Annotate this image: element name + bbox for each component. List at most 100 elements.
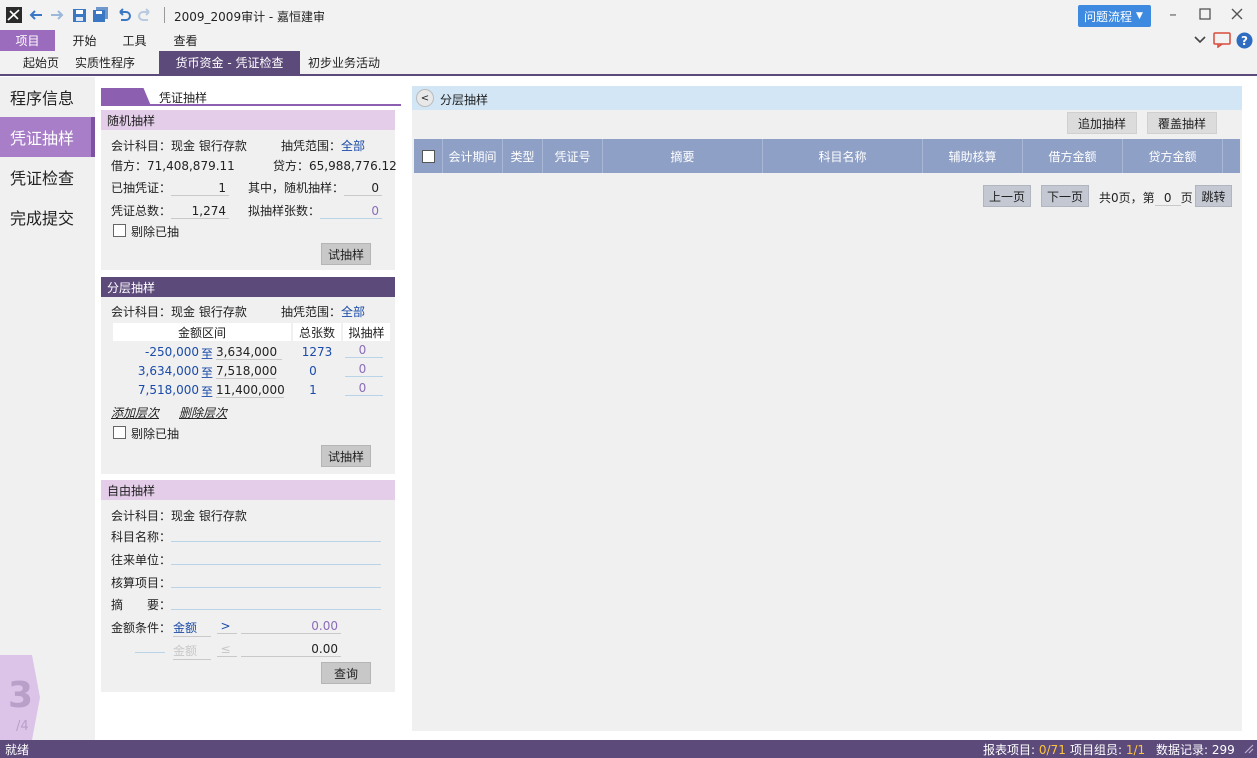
stratified-row-1-planned-input[interactable]: 0	[345, 343, 383, 358]
tab-cash-voucher-check[interactable]: 货币资金 - 凭证检查	[159, 51, 300, 74]
status-group-value: 1/1	[1125, 743, 1146, 757]
menu-tools[interactable]: 工具	[112, 30, 157, 51]
col-debit[interactable]: 借方金额	[1023, 139, 1123, 173]
back-arrow-icon[interactable]	[27, 6, 45, 24]
nav-program-info[interactable]: 程序信息	[0, 77, 95, 117]
col-credit[interactable]: 贷方金额	[1123, 139, 1223, 173]
resize-grip-icon[interactable]	[1243, 743, 1254, 757]
col-period[interactable]: 会计期间	[443, 139, 503, 173]
stratified-row-1-to-input[interactable]: 3,634,000	[216, 345, 282, 360]
col-amount-range: 金额区间	[113, 323, 291, 341]
stratified-row-2-count: 0	[309, 364, 317, 378]
free-blank-select[interactable]	[135, 642, 165, 656]
status-report: 报表项目: 0/71	[983, 741, 1066, 758]
nav-voucher-sampling[interactable]: 凭证抽样	[0, 117, 95, 157]
free-op2-value: ≤	[217, 642, 237, 657]
free-value2-input[interactable]: 0.00	[241, 642, 341, 657]
free-subject-input[interactable]	[171, 541, 381, 542]
ribbon-collapse-icon[interactable]	[1192, 30, 1208, 50]
free-amount-field-select[interactable]: 金额	[173, 619, 211, 637]
feedback-icon[interactable]	[1212, 30, 1232, 50]
results-panel: < 分层抽样 追加抽样 覆盖抽样 会计期间 类型 凭证号 摘要 科目名称 辅助核…	[412, 86, 1242, 731]
stratified-row-2-to-input[interactable]: 7,518,000	[216, 364, 277, 379]
next-page-button[interactable]: 下一页	[1041, 185, 1089, 207]
select-all-cell[interactable]	[414, 139, 443, 173]
random-range: 抽凭范围：全部	[281, 137, 365, 154]
sampling-tab-label[interactable]: 凭证抽样	[159, 89, 207, 106]
random-range-value[interactable]: 全部	[341, 139, 365, 153]
add-layer-link[interactable]: 添加层次	[111, 404, 159, 421]
stratified-row-2-to[interactable]: 7,518,000	[216, 364, 277, 379]
collapse-button[interactable]: <	[416, 89, 434, 107]
maximize-button[interactable]	[1194, 4, 1216, 24]
close-button[interactable]	[1226, 4, 1248, 24]
free-value2-text: 0.00	[241, 642, 341, 657]
random-planned-input[interactable]: 0	[320, 204, 383, 219]
title-bar: 2009_2009审计 - 嘉恒建审 问题流程 ▼ –	[0, 0, 1257, 30]
free-query-button[interactable]: 查询	[321, 662, 371, 684]
help-flow-dropdown[interactable]: 问题流程 ▼	[1078, 5, 1151, 27]
override-sample-button[interactable]: 覆盖抽样	[1147, 112, 1217, 134]
col-subject-name[interactable]: 科目名称	[763, 139, 923, 173]
random-total-label: 凭证总数：	[111, 204, 172, 218]
random-try-button[interactable]: 试抽样	[321, 243, 371, 265]
prev-page-button[interactable]: 上一页	[983, 185, 1031, 207]
forward-arrow-icon[interactable]	[48, 6, 66, 24]
random-credit: 贷方：65,988,776.12	[273, 159, 397, 173]
save-icon[interactable]	[70, 6, 88, 24]
undo-icon[interactable]	[114, 6, 132, 24]
status-records: 数据记录: 299	[1156, 741, 1235, 758]
stratified-row-2-planned-input[interactable]: 0	[345, 362, 383, 377]
stratified-row-1-to[interactable]: 3,634,000	[216, 345, 282, 360]
stratified-row-3-to-input[interactable]: 11,400,000	[216, 383, 285, 398]
free-partner-input[interactable]	[171, 564, 381, 565]
delete-layer-link[interactable]: 删除层次	[179, 404, 227, 421]
stratified-row-2-from: 3,634,000	[137, 364, 199, 378]
save-all-icon[interactable]	[92, 6, 110, 24]
free-amount-label: 金额条件：	[111, 621, 172, 635]
random-random-label: 其中，随机抽样：	[248, 181, 345, 195]
col-voucher-no[interactable]: 凭证号	[543, 139, 603, 173]
tab-preliminary[interactable]: 初步业务活动	[300, 51, 388, 74]
free-item-input[interactable]	[171, 587, 381, 588]
free-value1-input[interactable]: 0.00	[241, 619, 341, 634]
stratified-range-value[interactable]: 全部	[341, 305, 365, 319]
nav-submit[interactable]: 完成提交	[0, 197, 95, 237]
stratified-exclude-checkbox[interactable]	[113, 426, 126, 439]
minimize-button[interactable]: –	[1162, 4, 1184, 24]
select-all-checkbox[interactable]	[421, 149, 435, 163]
stratified-row-3-planned-input[interactable]: 0	[345, 381, 383, 396]
stratified-try-button[interactable]: 试抽样	[321, 445, 371, 467]
random-debit: 借方：71,408,879.11	[111, 159, 235, 173]
free-amount-field2-select[interactable]: 金额	[173, 642, 211, 660]
step-total: /4	[16, 719, 29, 734]
stratified-row-3-to[interactable]: 11,400,000	[216, 383, 285, 398]
menu-project[interactable]: 项目	[0, 30, 55, 51]
menu-start[interactable]: 开始	[62, 30, 107, 51]
col-auxiliary[interactable]: 辅助核算	[923, 139, 1023, 173]
random-sampling-title: 随机抽样	[101, 110, 395, 130]
col-type[interactable]: 类型	[503, 139, 543, 173]
stratified-row-1-planned[interactable]: 0	[345, 343, 383, 358]
free-summary-input[interactable]	[171, 609, 381, 610]
jump-button[interactable]: 跳转	[1195, 185, 1232, 207]
pager-page-input[interactable]: 0	[1154, 191, 1181, 206]
tab-start-page[interactable]: 起始页	[14, 51, 68, 74]
menu-view[interactable]: 查看	[163, 30, 208, 51]
random-exclude-checkbox[interactable]	[113, 224, 126, 237]
redo-icon[interactable]	[136, 6, 154, 24]
free-op2-select[interactable]: ≤	[217, 642, 237, 657]
stratified-row-2-planned[interactable]: 0	[345, 362, 383, 377]
stratified-row-2-to-label: 至	[201, 366, 214, 380]
append-sample-button[interactable]: 追加抽样	[1067, 112, 1137, 134]
free-amount-field2-value: 金额	[173, 642, 211, 660]
free-subject-label: 科目名称：	[111, 530, 172, 544]
tab-substantive[interactable]: 实质性程序	[70, 51, 140, 74]
stratified-account: 会计科目：现金 银行存款	[111, 305, 247, 319]
stratified-row-3-planned[interactable]: 0	[345, 381, 383, 396]
col-summary[interactable]: 摘要	[603, 139, 763, 173]
nav-voucher-check[interactable]: 凭证检查	[0, 157, 95, 197]
free-op1-select[interactable]: >	[217, 619, 237, 634]
random-drawn: 已抽凭证： 1	[111, 179, 230, 196]
help-icon[interactable]: ?	[1235, 30, 1253, 50]
